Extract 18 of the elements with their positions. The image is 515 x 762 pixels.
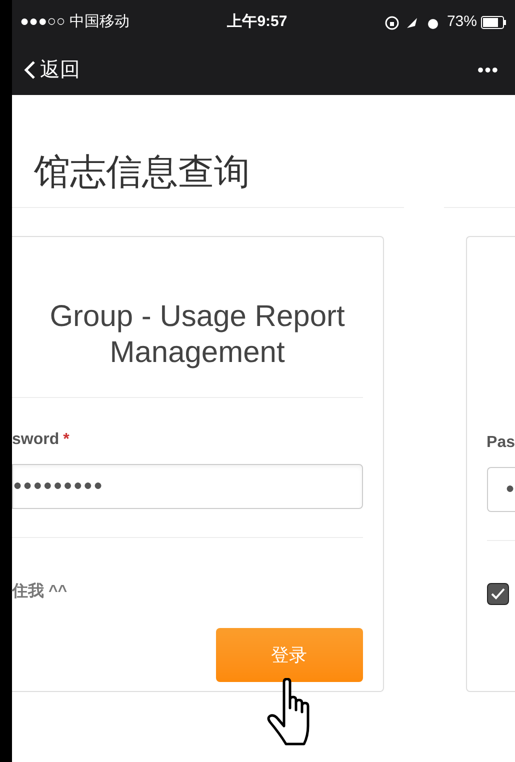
carrier-text: ●●●○○ 中国移动	[20, 12, 130, 32]
chevron-left-icon	[24, 60, 36, 80]
required-mark: *	[63, 430, 70, 450]
password-label: Pas	[486, 433, 515, 453]
back-button[interactable]: 返回	[24, 55, 80, 85]
clock-text: 上午9:57	[227, 12, 288, 32]
password-field[interactable]: ●	[486, 467, 515, 512]
heading-line: Management	[108, 335, 286, 371]
page-title: 馆志信息查询	[34, 150, 251, 194]
password-label: sword	[12, 430, 60, 450]
battery-text: 73%	[446, 12, 477, 32]
checkmark-icon	[490, 588, 505, 600]
battery-icon	[481, 16, 507, 29]
remember-checkbox[interactable]	[486, 583, 509, 605]
password-field[interactable]: ●●●●●●●●●	[12, 464, 363, 509]
remember-label: 住我 ^^	[12, 582, 68, 602]
more-button[interactable]: •••	[477, 56, 499, 84]
heading-line: Group - Usage Report	[48, 299, 346, 335]
